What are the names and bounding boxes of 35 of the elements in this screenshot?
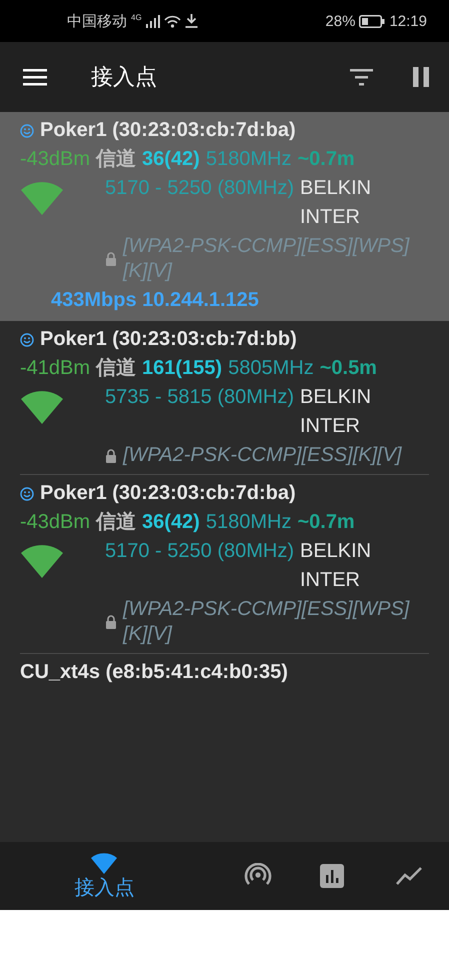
network-name: Poker1 (30:23:03:cb:7d:bb): [40, 327, 297, 352]
distance: ~0.5m: [320, 356, 377, 381]
network-name: CU_xt4s (e8:b5:41:c4:b0:35): [20, 660, 288, 685]
frequency: 5180MHz: [206, 147, 292, 172]
frequency-range: 5735 - 5815 (80MHz): [105, 385, 294, 410]
security-info: [WPA2-PSK-CCMP][ESS][K][V]: [123, 443, 402, 468]
frequency-range: 5170 - 5250 (80MHz): [105, 539, 294, 564]
clock: 12:19: [389, 12, 427, 30]
signal-strength: -41dBm: [20, 356, 90, 381]
frequency: 5805MHz: [228, 356, 314, 381]
security-info: [WPA2-PSK-CCMP][ESS][WPS][K][V]: [123, 234, 411, 284]
battery-percent: 28%: [325, 12, 356, 30]
screen-title: 接入点: [91, 63, 158, 91]
signal-strength: -43dBm: [20, 147, 90, 172]
channel-label: 信道: [96, 510, 136, 535]
frequency-range: 5170 - 5250 (80MHz): [105, 176, 294, 201]
channel-number: 161(155): [142, 356, 222, 381]
network-name: Poker1 (30:23:03:cb:7d:ba): [40, 481, 296, 506]
security-info: [WPA2-PSK-CCMP][ESS][WPS][K][V]: [123, 597, 411, 647]
channel-number: 36(42): [142, 147, 200, 172]
channel-label: 信道: [96, 147, 136, 172]
network-type: 4G: [131, 13, 142, 22]
channel-label: 信道: [96, 356, 136, 381]
link-info: 433Mbps 10.244.1.125: [50, 288, 260, 313]
vendor-name: BELKIN INTER: [300, 539, 372, 593]
access-point-row[interactable]: Poker1 (30:23:03:cb:7d:ba) -43dBm 信道 36(42) 5180MHz ~0.7m 5170 - 5250 (80MHz) BELKIN INTER [WPA2-PSK-CCMP][ESS][WPS][K][V] 433Mbps 10.244.1.125: [0, 112, 449, 321]
distance: ~0.7m: [297, 510, 355, 535]
vendor-name: BELKIN INTER: [300, 385, 372, 439]
channel-number: 36(42): [142, 510, 200, 535]
carrier-name: 中国移动: [67, 12, 127, 30]
distance: ~0.7m: [297, 147, 355, 172]
network-name: Poker1 (30:23:03:cb:7d:ba): [40, 118, 296, 143]
frequency: 5180MHz: [206, 510, 292, 535]
vendor-name: BELKIN INTER: [300, 176, 372, 230]
signal-strength: -43dBm: [20, 510, 90, 535]
